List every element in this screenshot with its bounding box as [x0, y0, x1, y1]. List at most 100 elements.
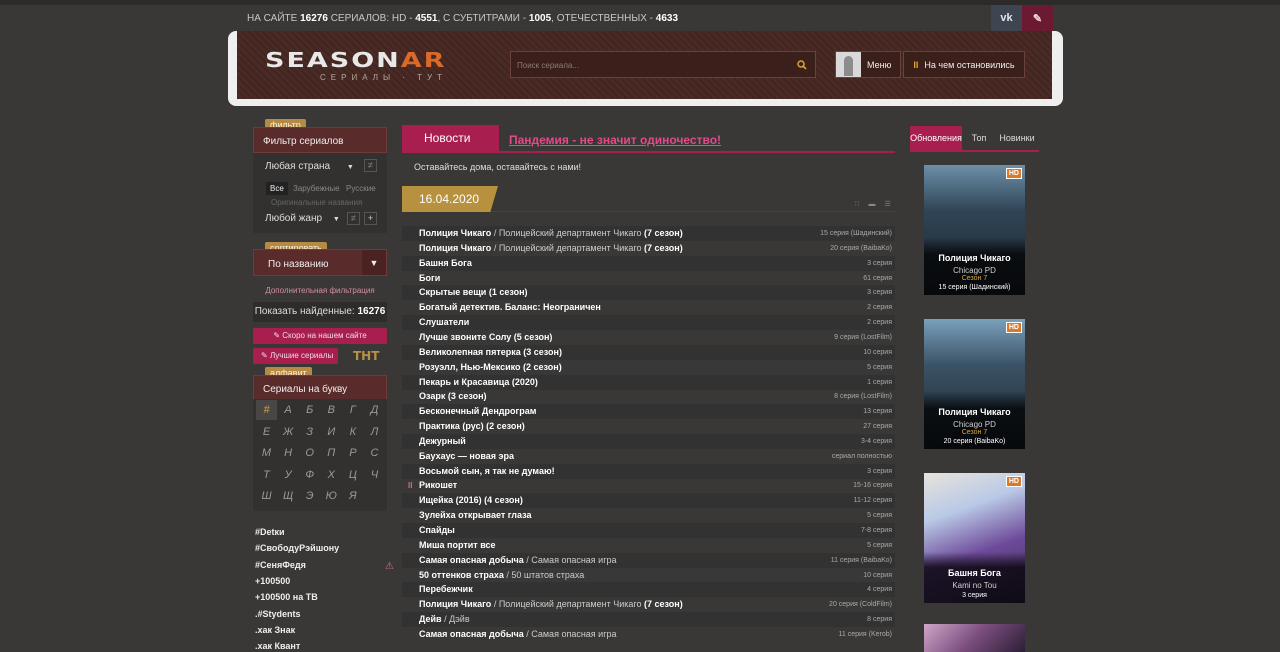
episode-title[interactable]: Полиция Чикаго / Полицейский департамент… [419, 226, 683, 241]
episode-title[interactable]: Рикошет [419, 478, 457, 493]
sort-select[interactable]: По названию ▼ [253, 249, 387, 276]
letter-Щ[interactable]: Щ [278, 486, 299, 506]
episode-title[interactable]: Полиция Чикаго / Полицейский департамент… [419, 241, 683, 256]
search-button[interactable] [788, 52, 815, 77]
letter-Н[interactable]: Н [278, 443, 299, 463]
episode-title[interactable]: Самая опасная добыча / Самая опасная игр… [419, 553, 617, 568]
letter-Ю[interactable]: Ю [321, 486, 342, 506]
table-row[interactable]: Самая опасная добыча / Самая опасная игр… [402, 627, 895, 642]
episode-title[interactable]: Практика (рус) (2 сезон) [419, 419, 525, 434]
tab-top[interactable]: Топ [968, 126, 990, 150]
letter-Г[interactable]: Г [342, 400, 363, 420]
tag-item[interactable]: #СеняФедя [253, 557, 395, 573]
table-row[interactable]: Восьмой сын, я так не думаю! 3 серия [402, 464, 895, 479]
episode-title[interactable]: Розуэлл, Нью-Мексико (2 сезон) [419, 360, 562, 375]
table-row[interactable]: Лучше звоните Солу (5 сезон) 9 серия (Los… [402, 330, 895, 345]
tag-item[interactable]: #Detки [253, 524, 395, 540]
series-card[interactable]: HD Полиция Чикаго Chicago PD Сезон 7 20 сери… [924, 319, 1025, 449]
table-row[interactable]: Полиция Чикаго / Полицейский департамент… [402, 226, 895, 241]
series-card[interactable]: HD Полиция Чикаго Chicago PD Сезон 7 15 сери… [924, 165, 1025, 295]
add-genre-button[interactable]: + [364, 212, 377, 225]
table-row[interactable]: Спайды 7-8 серия [402, 523, 895, 538]
episode-title[interactable]: Слушатели [419, 315, 469, 330]
exclude-genre-button[interactable]: ≠ [347, 212, 360, 225]
letter-П[interactable]: П [321, 443, 342, 463]
table-row[interactable]: Ищейка (2016) (4 сезон) 11-12 серия [402, 493, 895, 508]
letter-Э[interactable]: Э [299, 486, 320, 506]
table-row[interactable]: Розуэлл, Нью-Мексико (2 сезон) 5 серия [402, 360, 895, 375]
letter-К[interactable]: К [342, 422, 363, 442]
list-icon[interactable]: ▬ [868, 201, 884, 208]
letter-О[interactable]: О [299, 443, 320, 463]
episode-title[interactable]: Богатый детектив. Баланс: Неограничен [419, 300, 601, 315]
episode-title[interactable]: Зулейха открывает глаза [419, 508, 531, 523]
episode-title[interactable]: Лучше звоните Солу (5 сезон) [419, 330, 552, 345]
episode-title[interactable]: Полиция Чикаго / Полицейский департамент… [419, 597, 683, 612]
table-row[interactable]: Дейв / Дэйв 8 серия [402, 612, 895, 627]
tag-item[interactable]: +100500 на ТВ [253, 589, 395, 605]
letter-Ц[interactable]: Ц [342, 465, 363, 485]
letter-Б[interactable]: Б [299, 400, 320, 420]
table-row[interactable]: Великолепная пятерка (3 сезон) 10 серия [402, 345, 895, 360]
letter-Л[interactable]: Л [364, 422, 385, 442]
view-toggle[interactable]: ∷▬☰ [855, 200, 900, 208]
table-row[interactable]: Башня Бога 3 серия [402, 256, 895, 271]
letter-Я[interactable]: Я [342, 486, 363, 506]
country-select[interactable]: Любая страна ▼ [265, 161, 354, 172]
letter-Ж[interactable]: Ж [278, 422, 299, 442]
episode-title[interactable]: Самая опасная добыча / Самая опасная игр… [419, 627, 617, 642]
exclude-country-button[interactable]: ≠ [364, 159, 377, 172]
original-names-toggle[interactable]: Оригинальные названия [271, 198, 362, 207]
news-link[interactable]: Пандемия - не значит одиночество! [509, 133, 721, 147]
table-row[interactable]: Полиция Чикаго / Полицейский департамент… [402, 597, 895, 612]
episode-title[interactable]: Ищейка (2016) (4 сезон) [419, 493, 523, 508]
episode-title[interactable]: Миша портит все [419, 538, 496, 553]
letter-Т[interactable]: Т [256, 465, 277, 485]
site-logo[interactable]: SEASONAR [265, 49, 446, 72]
table-row[interactable]: Перебежчик 4 серия [402, 582, 895, 597]
tag-item[interactable]: .хак Квант [253, 638, 395, 652]
vk-button[interactable]: vk [991, 5, 1022, 31]
table-row[interactable]: Зулейха открывает глаза 5 серия [402, 508, 895, 523]
genre-select[interactable]: Любой жанр ▼ [265, 213, 340, 224]
episode-title[interactable]: Великолепная пятерка (3 сезон) [419, 345, 562, 360]
letter-И[interactable]: И [321, 422, 342, 442]
letter-hash[interactable]: # [256, 400, 277, 420]
tag-item[interactable]: .#Stуdents [253, 606, 395, 622]
table-row[interactable]: Боги 61 серия [402, 271, 895, 286]
table-row[interactable]: Полиция Чикаго / Полицейский департамент… [402, 241, 895, 256]
episode-title[interactable]: Скрытые вещи (1 сезон) [419, 285, 528, 300]
grid-icon[interactable]: ∷ [855, 201, 868, 208]
advanced-filter-link[interactable]: Дополнительная фильтрация [253, 286, 387, 295]
table-row[interactable]: Баухаус — новая эра сериал полностью [402, 449, 895, 464]
episode-title[interactable]: 50 оттенков страха / 50 штатов страха [419, 568, 584, 583]
coming-soon-button[interactable]: ✎ Скоро на нашем сайте [253, 328, 387, 344]
table-row[interactable]: Практика (рус) (2 сезон) 27 серия [402, 419, 895, 434]
settings-icon[interactable]: ☰ [884, 201, 899, 208]
episode-title[interactable]: Пекарь и Красавица (2020) [419, 375, 538, 390]
table-row[interactable]: 50 оттенков страха / 50 штатов страха 10 … [402, 568, 895, 583]
series-card[interactable]: HD Башня Бога Kami no Tou 3 серия [924, 473, 1025, 603]
table-row[interactable]: Миша портит все 5 серия [402, 538, 895, 553]
letter-А[interactable]: А [278, 400, 299, 420]
episode-title[interactable]: Дейв / Дэйв [419, 612, 470, 627]
episode-title[interactable]: Баухаус — новая эра [419, 449, 514, 464]
table-row[interactable]: Озарк (3 сезон) 8 серия (LostFilm) [402, 389, 895, 404]
table-row[interactable]: Слушатели 2 серия [402, 315, 895, 330]
best-series-button[interactable]: ✎ Лучшие сериалы [253, 348, 338, 364]
letter-В[interactable]: В [321, 400, 342, 420]
country-tab-all[interactable]: Все [266, 182, 288, 195]
search-input[interactable] [517, 58, 777, 72]
letter-Ш[interactable]: Ш [256, 486, 277, 506]
tab-new[interactable]: Новинки [995, 126, 1039, 150]
news-tab[interactable]: Новости [402, 125, 499, 152]
letter-С[interactable]: С [364, 443, 385, 463]
episode-title[interactable]: Боги [419, 271, 440, 286]
letter-Е[interactable]: Е [256, 422, 277, 442]
table-row[interactable]: II Рикошет 15-16 серия [402, 478, 895, 493]
table-row[interactable]: Богатый детектив. Баланс: Неограничен 2 с… [402, 300, 895, 315]
letter-Р[interactable]: Р [342, 443, 363, 463]
letter-Д[interactable]: Д [364, 400, 385, 420]
episode-title[interactable]: Озарк (3 сезон) [419, 389, 487, 404]
letter-З[interactable]: З [299, 422, 320, 442]
